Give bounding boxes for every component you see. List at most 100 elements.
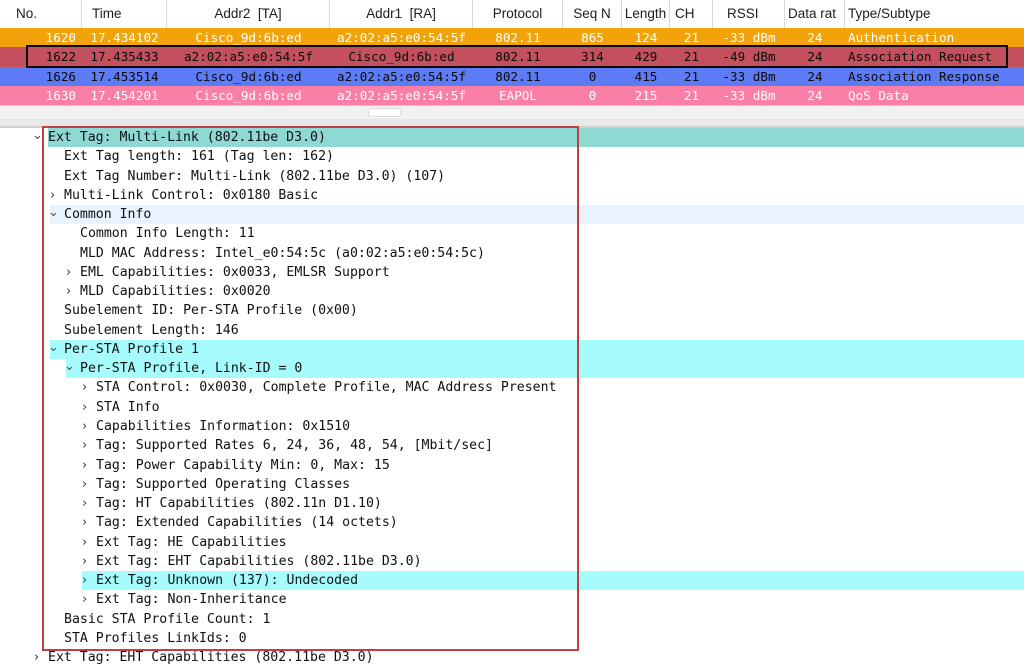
tree-indent <box>0 398 82 417</box>
packet-row-1622[interactable]: 162217.435433a2:02:a5:e0:54:5fCisco_9d:6… <box>0 47 1024 66</box>
tree-indent <box>0 301 50 320</box>
tree-row[interactable]: ›Tag: Supported Operating Classes <box>0 475 1024 494</box>
panel-splitter[interactable] <box>0 117 1024 128</box>
chevron-down-icon[interactable]: › <box>50 205 64 224</box>
tree-row[interactable]: ›Common Info <box>0 205 1024 224</box>
chevron-right-icon[interactable]: › <box>82 533 96 552</box>
chevron-right-icon[interactable]: › <box>82 456 96 475</box>
tree-row-label: Ext Tag: EHT Capabilities (802.11be D3.0… <box>48 648 374 667</box>
tree-row-label: Basic STA Profile Count: 1 <box>64 610 270 629</box>
tree-row[interactable]: Ext Tag Number: Multi-Link (802.11be D3.… <box>0 167 1024 186</box>
cell-time: 17.453514 <box>82 67 167 86</box>
scrollbar-thumb[interactable] <box>368 108 401 117</box>
tree-row[interactable]: ›Per-STA Profile, Link-ID = 0 <box>0 359 1024 378</box>
chevron-right-icon[interactable]: › <box>82 475 96 494</box>
chevron-right-icon[interactable]: › <box>82 571 96 590</box>
tree-row-label: MLD MAC Address: Intel_e0:54:5c (a0:02:a… <box>80 244 485 263</box>
cell-type: Association Request <box>845 47 1024 66</box>
chevron-right-icon[interactable]: › <box>82 590 96 609</box>
tree-indent <box>0 321 50 340</box>
tree-row[interactable]: Ext Tag length: 161 (Tag len: 162) <box>0 147 1024 166</box>
column-header-protocol[interactable]: Protocol <box>473 0 563 28</box>
tree-row-label: STA Info <box>96 398 160 417</box>
column-header-no[interactable]: No. <box>0 0 82 28</box>
packet-row-1620[interactable]: 162017.434102Cisco_9d:6b:eda2:02:a5:e0:5… <box>0 28 1024 47</box>
tree-row[interactable]: ›Ext Tag: Multi-Link (802.11be D3.0) <box>0 128 1024 147</box>
tree-indent <box>0 436 82 455</box>
tree-indent <box>0 590 82 609</box>
packet-rows: 162017.434102Cisco_9d:6b:eda2:02:a5:e0:5… <box>0 28 1024 105</box>
cell-seq: 0 <box>563 86 622 105</box>
tree-row[interactable]: ›Multi-Link Control: 0x0180 Basic <box>0 186 1024 205</box>
tree-indent <box>0 456 82 475</box>
chevron-right-icon[interactable]: › <box>50 186 64 205</box>
chevron-right-icon[interactable]: › <box>82 417 96 436</box>
tree-row[interactable]: ›MLD Capabilities: 0x0020 <box>0 282 1024 301</box>
chevron-right-icon[interactable]: › <box>82 436 96 455</box>
tree-row[interactable]: ›Tag: Power Capability Min: 0, Max: 15 <box>0 456 1024 475</box>
column-header-length[interactable]: Length <box>622 0 670 28</box>
tree-row-label: MLD Capabilities: 0x0020 <box>80 282 271 301</box>
chevron-right-icon[interactable]: › <box>82 513 96 532</box>
column-header-seq[interactable]: Seq N <box>563 0 622 28</box>
cell-type: Authentication <box>845 28 1024 47</box>
tree-indent <box>0 263 66 282</box>
column-header-rate[interactable]: Data rat <box>785 0 845 28</box>
tree-row[interactable]: ›EML Capabilities: 0x0033, EMLSR Support <box>0 263 1024 282</box>
cell-rate: 24 <box>785 28 845 47</box>
tree-row[interactable]: ›Ext Tag: EHT Capabilities (802.11be D3.… <box>0 552 1024 571</box>
tree-row-label: Per-STA Profile, Link-ID = 0 <box>80 359 302 378</box>
chevron-right-icon[interactable]: › <box>82 378 96 397</box>
tree-row[interactable]: ›STA Info <box>0 398 1024 417</box>
tree-indent <box>0 167 50 186</box>
tree-row[interactable]: ›Tag: HT Capabilities (802.11n D1.10) <box>0 494 1024 513</box>
tree-row[interactable]: ›Tag: Extended Capabilities (14 octets) <box>0 513 1024 532</box>
chevron-right-icon[interactable]: › <box>82 552 96 571</box>
cell-addr2: a2:02:a5:e0:54:5f <box>167 47 330 66</box>
cell-rssi: -49 dBm <box>713 47 785 66</box>
tree-row[interactable]: Subelement ID: Per-STA Profile (0x00) <box>0 301 1024 320</box>
chevron-right-icon[interactable]: › <box>66 282 80 301</box>
column-header-rssi[interactable]: RSSI <box>713 0 785 28</box>
tree-row[interactable]: ›Capabilities Information: 0x1510 <box>0 417 1024 436</box>
tree-row[interactable]: Subelement Length: 146 <box>0 321 1024 340</box>
column-header-addr2[interactable]: Addr2 [TA] <box>167 0 330 28</box>
tree-indent <box>0 475 82 494</box>
tree-indent <box>0 513 82 532</box>
chevron-down-icon[interactable]: › <box>50 340 64 359</box>
tree-row[interactable]: STA Profiles LinkIds: 0 <box>0 629 1024 648</box>
tree-indent <box>0 533 82 552</box>
cell-ch: 21 <box>670 86 713 105</box>
column-header-type[interactable]: Type/Subtype <box>845 0 1024 28</box>
tree-row[interactable]: ›Ext Tag: Unknown (137): Undecoded <box>0 571 1024 590</box>
chevron-down-icon[interactable]: › <box>66 359 80 378</box>
tree-row[interactable]: Common Info Length: 11 <box>0 224 1024 243</box>
cell-ch: 21 <box>670 47 713 66</box>
chevron-right-icon[interactable]: › <box>66 263 80 282</box>
packet-row-1626[interactable]: 162617.453514Cisco_9d:6b:eda2:02:a5:e0:5… <box>0 67 1024 86</box>
cell-ch: 21 <box>670 28 713 47</box>
tree-row-label: Capabilities Information: 0x1510 <box>96 417 350 436</box>
cell-rate: 24 <box>785 86 845 105</box>
chevron-right-icon[interactable]: › <box>82 494 96 513</box>
tree-row[interactable]: MLD MAC Address: Intel_e0:54:5c (a0:02:a… <box>0 244 1024 263</box>
column-header-ch[interactable]: CH <box>670 0 713 28</box>
tree-row-label: Multi-Link Control: 0x0180 Basic <box>64 186 318 205</box>
tree-row-label: STA Control: 0x0030, Complete Profile, M… <box>96 378 557 397</box>
chevron-right-icon[interactable]: › <box>34 648 48 667</box>
cell-seq: 0 <box>563 67 622 86</box>
tree-row[interactable]: Basic STA Profile Count: 1 <box>0 610 1024 629</box>
tree-row[interactable]: ›Per-STA Profile 1 <box>0 340 1024 359</box>
horizontal-scrollbar[interactable] <box>0 105 1024 117</box>
chevron-down-icon[interactable]: › <box>34 128 48 147</box>
tree-row[interactable]: ›Ext Tag: Non-Inheritance <box>0 590 1024 609</box>
tree-row[interactable]: ›Ext Tag: HE Capabilities <box>0 533 1024 552</box>
cell-length: 429 <box>622 47 670 66</box>
tree-row[interactable]: ›Tag: Supported Rates 6, 24, 36, 48, 54,… <box>0 436 1024 455</box>
chevron-right-icon[interactable]: › <box>82 398 96 417</box>
tree-row[interactable]: ›Ext Tag: EHT Capabilities (802.11be D3.… <box>0 648 1024 667</box>
packet-row-1630[interactable]: 163017.454201Cisco_9d:6b:eda2:02:a5:e0:5… <box>0 86 1024 105</box>
column-header-addr1[interactable]: Addr1 [RA] <box>330 0 473 28</box>
tree-row[interactable]: ›STA Control: 0x0030, Complete Profile, … <box>0 378 1024 397</box>
column-header-time[interactable]: Time <box>82 0 167 28</box>
